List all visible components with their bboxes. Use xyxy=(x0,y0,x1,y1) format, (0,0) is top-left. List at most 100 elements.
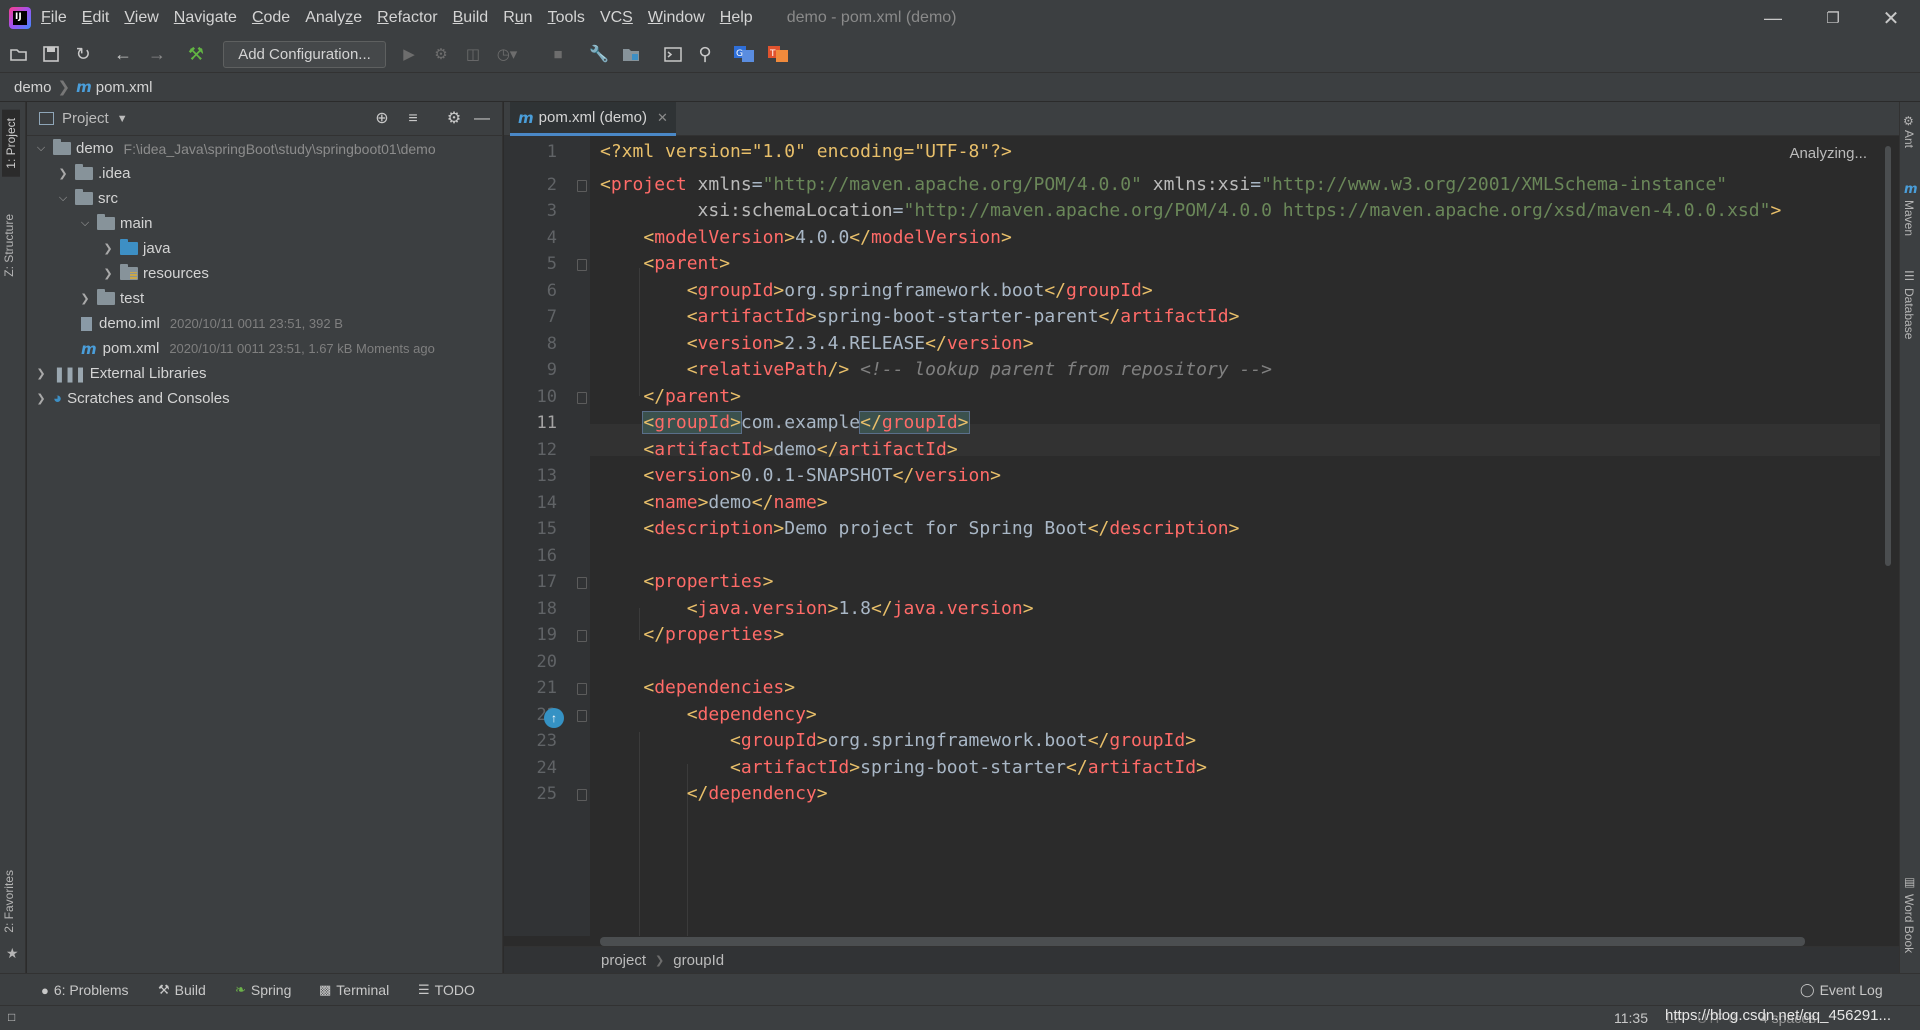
toggle-tool-windows-icon[interactable]: □ xyxy=(8,1010,15,1024)
fold-marker-icon[interactable] xyxy=(577,710,587,722)
fold-marker-icon[interactable] xyxy=(577,180,587,192)
run-icon[interactable]: ▶ xyxy=(399,44,419,64)
add-configuration-button[interactable]: Add Configuration... xyxy=(223,41,386,68)
close-window-button[interactable]: ✕ xyxy=(1868,0,1914,36)
line-number: 23 xyxy=(536,731,557,751)
tree-meta: 2020/10/11 0011 23:51, 1.67 kB Moments a… xyxy=(169,341,435,356)
collapsed-chevron-icon[interactable]: ❯ xyxy=(33,367,49,380)
tab-project[interactable]: 1: Project xyxy=(2,110,20,177)
tree-item-scratches[interactable]: ❯ ◕ Scratches and Consoles xyxy=(33,386,229,411)
menu-tools[interactable]: Tools xyxy=(548,9,585,27)
expanded-chevron-icon[interactable]: ⌵ xyxy=(77,217,93,230)
tree-item-main[interactable]: ⌵ main xyxy=(77,211,153,236)
tree-item-resources[interactable]: ❯ resources xyxy=(100,261,209,286)
fold-marker-icon[interactable] xyxy=(577,683,587,695)
translate-icon[interactable]: G xyxy=(734,44,754,64)
horizontal-scrollbar[interactable] xyxy=(600,937,1805,946)
fold-marker-icon[interactable] xyxy=(577,392,587,404)
expanded-chevron-icon[interactable]: ⌵ xyxy=(33,142,49,155)
tool-todo[interactable]: ☰ TODO xyxy=(418,982,475,998)
tree-item-external-libraries[interactable]: ❯ ❚❚❚ External Libraries xyxy=(33,361,206,386)
menu-code[interactable]: Code xyxy=(252,9,290,27)
nav-file[interactable]: pom.xml xyxy=(96,79,153,96)
event-log-icon: ◯ xyxy=(1800,982,1815,997)
menu-view[interactable]: View xyxy=(124,9,158,27)
menu-edit[interactable]: Edit xyxy=(82,9,110,27)
tool-problems[interactable]: ● 6: Problems xyxy=(41,982,129,998)
menu-file[interactable]: File xyxy=(41,9,67,27)
expanded-chevron-icon[interactable]: ⌵ xyxy=(55,192,71,205)
tab-favorites[interactable]: 2: Favorites xyxy=(2,870,16,933)
tab-database[interactable]: Database xyxy=(1902,288,1916,339)
collapsed-chevron-icon[interactable]: ❯ xyxy=(55,167,71,180)
collapsed-chevron-icon[interactable]: ❯ xyxy=(100,267,116,280)
tool-terminal[interactable]: ▩ Terminal xyxy=(319,982,389,998)
tree-item-java[interactable]: ❯ java xyxy=(100,236,171,261)
coverage-icon[interactable]: ◫ xyxy=(463,44,483,64)
debug-icon[interactable]: ⚙ xyxy=(431,44,451,64)
fold-marker-icon[interactable] xyxy=(577,259,587,271)
menu-vcs[interactable]: VCS xyxy=(600,9,633,27)
tree-item-idea[interactable]: ❯ .idea xyxy=(55,161,131,186)
profile-icon[interactable]: ◷▾ xyxy=(497,44,518,64)
forward-arrow-icon[interactable]: → xyxy=(147,44,167,64)
restore-button[interactable]: ❐ xyxy=(1810,0,1856,36)
save-all-icon[interactable] xyxy=(41,44,61,64)
caret-position[interactable]: 11:35 xyxy=(1614,1010,1648,1026)
gear-icon[interactable]: ⚙ xyxy=(445,110,463,128)
tree-item-test[interactable]: ❯ test xyxy=(77,286,144,311)
tab-structure[interactable]: Z: Structure xyxy=(2,214,16,277)
translate-alt-icon[interactable]: T xyxy=(768,44,788,64)
tree-root-demo[interactable]: ⌵ demo F:\idea_Java\springBoot\study\spr… xyxy=(33,136,436,161)
tree-item-pom-xml[interactable]: m pom.xml 2020/10/11 0011 23:51, 1.67 kB… xyxy=(81,336,435,361)
nav-project[interactable]: demo xyxy=(14,79,52,96)
settings-wrench-icon[interactable]: 🔧 xyxy=(589,44,609,64)
search-icon[interactable]: ⚲ xyxy=(695,44,715,64)
tab-word-book[interactable]: Word Book xyxy=(1902,894,1916,953)
line-number: 17 xyxy=(536,572,557,592)
build-hammer-icon[interactable]: ⚒ xyxy=(186,44,206,64)
menu-run[interactable]: Run xyxy=(503,9,532,27)
sync-icon[interactable]: ↻ xyxy=(73,44,93,64)
tool-build[interactable]: ⚒ Build xyxy=(158,982,206,998)
tree-item-src[interactable]: ⌵ src xyxy=(55,186,118,211)
overrides-gutter-icon[interactable]: ↑ xyxy=(544,708,564,728)
collapse-all-icon[interactable]: ≡ xyxy=(404,110,422,128)
menu-build[interactable]: Build xyxy=(453,9,489,27)
menu-navigate[interactable]: Navigate xyxy=(174,9,237,27)
code-editor[interactable]: <?xml version="1.0" encoding="UTF-8"?> <… xyxy=(590,136,1880,936)
fold-marker-icon[interactable] xyxy=(577,789,587,801)
tool-event-log[interactable]: ◯ Event Log xyxy=(1800,982,1883,998)
back-arrow-icon[interactable]: ← xyxy=(113,44,133,64)
locate-file-icon[interactable]: ⊕ xyxy=(373,110,391,128)
dropdown-chevron-icon[interactable]: ▼ xyxy=(117,113,128,125)
terminal-window-icon[interactable] xyxy=(663,44,683,64)
tree-item-demo-iml[interactable]: demo.iml 2020/10/11 0011 23:51, 392 B xyxy=(81,311,343,336)
menu-analyze[interactable]: Analyze xyxy=(305,9,362,27)
tab-maven[interactable]: Maven xyxy=(1902,200,1916,236)
stop-icon[interactable]: ■ xyxy=(548,44,568,64)
fold-marker-icon[interactable] xyxy=(577,630,587,642)
collapsed-chevron-icon[interactable]: ❯ xyxy=(33,392,49,405)
collapsed-chevron-icon[interactable]: ❯ xyxy=(100,242,116,255)
breadcrumb-project[interactable]: project xyxy=(601,952,646,969)
menu-refactor[interactable]: Refactor xyxy=(377,9,437,27)
svg-text:G: G xyxy=(736,49,743,59)
minimize-button[interactable]: — xyxy=(1750,0,1796,36)
open-folder-icon[interactable] xyxy=(9,44,29,64)
tool-spring[interactable]: ❧ Spring xyxy=(235,982,291,998)
breadcrumb-groupid[interactable]: groupId xyxy=(673,952,724,969)
navigation-bar: demo ❯ m pom.xml xyxy=(0,72,1920,102)
project-structure-icon[interactable] xyxy=(621,44,641,64)
vertical-scrollbar[interactable] xyxy=(1885,146,1891,566)
fold-marker-icon[interactable] xyxy=(577,577,587,589)
menu-help[interactable]: Help xyxy=(720,9,753,27)
close-tab-icon[interactable]: ✕ xyxy=(657,110,668,126)
collapsed-chevron-icon[interactable]: ❯ xyxy=(77,292,93,305)
tab-ant[interactable]: Ant xyxy=(1902,130,1916,148)
tab-pom-xml[interactable]: m pom.xml (demo) ✕ xyxy=(510,102,676,136)
menu-window[interactable]: Window xyxy=(648,9,705,27)
project-panel-title[interactable]: Project xyxy=(62,110,109,127)
libraries-icon: ❚❚❚ xyxy=(53,365,87,383)
hide-panel-icon[interactable]: — xyxy=(473,110,491,128)
